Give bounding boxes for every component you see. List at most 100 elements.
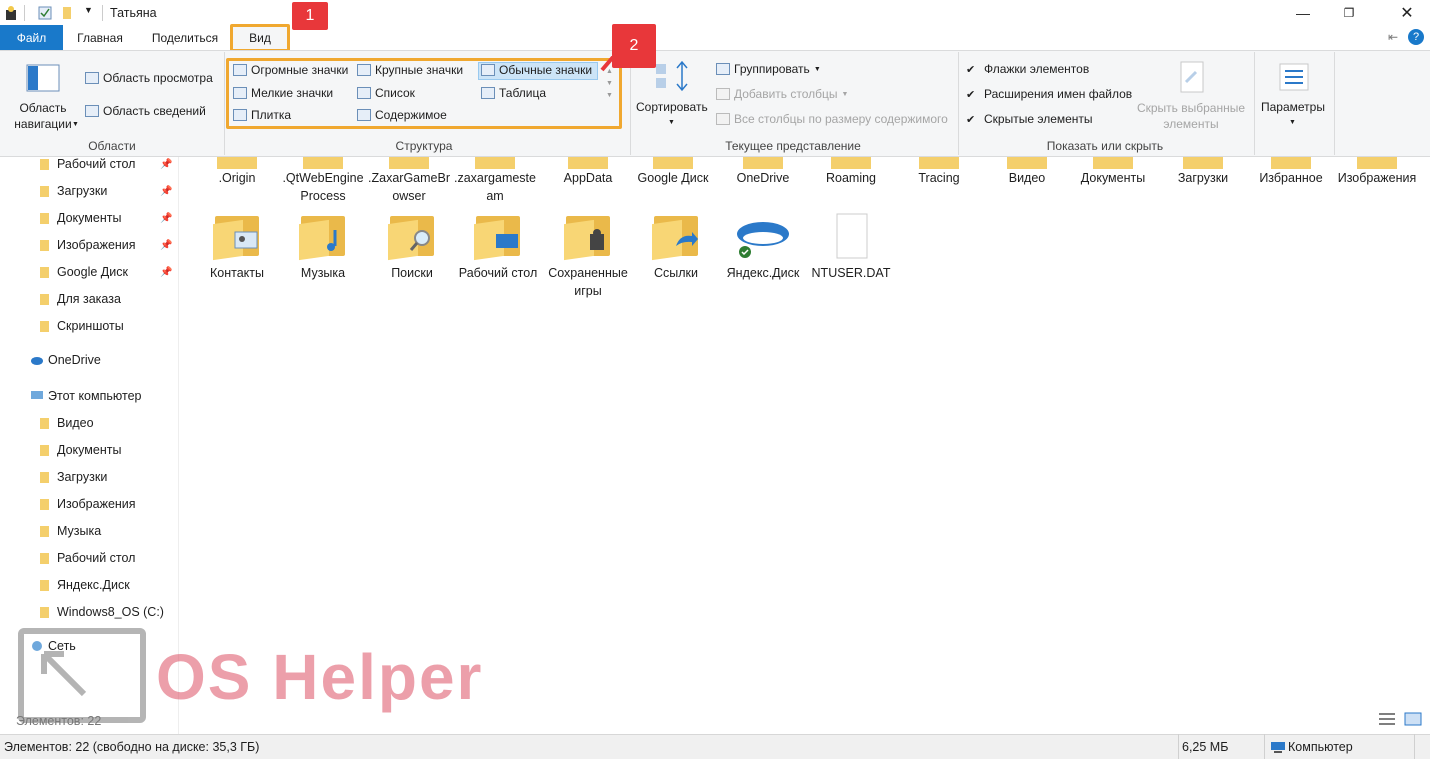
folder-icon: [39, 552, 50, 564]
fit-columns-label: Все столбцы по размеру содержимого: [734, 112, 948, 126]
file-item[interactable]: Яндекс.Диск: [720, 212, 806, 282]
file-item[interactable]: Roaming: [808, 157, 894, 187]
checkbox-file-extensions[interactable]: ✔ Расширения имен файлов: [966, 87, 1132, 101]
nav-quick-item[interactable]: Рабочий стол 📌: [0, 151, 178, 177]
file-item[interactable]: Google Диск: [630, 157, 716, 187]
file-item[interactable]: .Origin: [194, 157, 280, 187]
checkbox-item-checkboxes[interactable]: ✔ Флажки элементов: [966, 62, 1089, 76]
file-name: Roaming: [825, 171, 877, 185]
file-item[interactable]: Рабочий стол: [455, 212, 541, 282]
file-name: OneDrive: [736, 171, 790, 185]
details-view-icon[interactable]: [1378, 712, 1396, 729]
options-button[interactable]: Параметры: [1261, 100, 1325, 114]
fit-columns-button[interactable]: Все столбцы по размеру содержимого: [716, 112, 948, 126]
nav-onedrive[interactable]: OneDrive: [0, 347, 178, 373]
checkmark-icon: ✔: [966, 113, 976, 126]
hide-selected-icon: [1178, 60, 1206, 97]
watermark-text: OS Helper: [156, 641, 484, 713]
folder-icon: [384, 212, 440, 261]
details-pane-label: Область сведений: [103, 104, 206, 118]
nav-quick-item[interactable]: Загрузки 📌: [0, 178, 178, 204]
file-item[interactable]: Контакты: [194, 212, 280, 282]
pin-ribbon-icon[interactable]: ⇤: [1388, 30, 1398, 44]
sort-button[interactable]: Сортировать: [636, 100, 708, 114]
nav-pc-item[interactable]: Windows8_OS (C:): [0, 599, 178, 625]
checkbox-hidden-items[interactable]: ✔ Скрытые элементы: [966, 112, 1093, 126]
file-item[interactable]: Загрузки: [1160, 157, 1246, 187]
nav-pc-item[interactable]: Рабочий стол: [0, 545, 178, 571]
group-by-button[interactable]: Группировать ▼: [716, 62, 821, 76]
file-item[interactable]: Избранное: [1248, 157, 1334, 187]
folder-icon: [808, 157, 894, 169]
file-name: Сохраненные игры: [548, 266, 628, 298]
nav-quick-item[interactable]: Google Диск 📌: [0, 259, 178, 285]
nav-quick-item-label: Google Диск: [57, 265, 128, 279]
nav-pc-item-label: Яндекс.Диск: [57, 578, 130, 592]
nav-pc-item[interactable]: Видео: [0, 410, 178, 436]
folder-icon: [896, 157, 982, 169]
pin-icon: 📌: [160, 239, 173, 251]
file-name: NTUSER.DAT: [811, 266, 891, 280]
minimize-button[interactable]: —: [1280, 0, 1326, 25]
file-name: Документы: [1080, 171, 1146, 185]
tab-home[interactable]: Главная: [67, 25, 133, 50]
properties-icon[interactable]: [37, 5, 53, 21]
details-pane-button[interactable]: Область сведений: [85, 104, 206, 118]
new-folder-icon[interactable]: [60, 5, 76, 21]
tab-share[interactable]: Поделиться: [143, 25, 227, 50]
file-item[interactable]: NTUSER.DAT: [808, 212, 894, 282]
file-item[interactable]: Поиски: [369, 212, 455, 282]
file-name: Загрузки: [1177, 171, 1229, 185]
folder-icon: [295, 212, 351, 261]
nav-pc-item[interactable]: Загрузки: [0, 464, 178, 490]
nav-pc-item[interactable]: Яндекс.Диск: [0, 572, 178, 598]
nav-pc-item-label: Видео: [57, 416, 94, 430]
file-item[interactable]: Изображения: [1334, 157, 1420, 187]
folder-icon: [194, 157, 280, 169]
file-item[interactable]: Сохраненные игры: [545, 212, 631, 300]
nav-pc-item[interactable]: Музыка: [0, 518, 178, 544]
add-columns-button[interactable]: Добавить столбцы ▼: [716, 87, 848, 101]
customize-toolbar-icon[interactable]: ▼: [84, 5, 94, 21]
nav-pane-button[interactable]: Область навигации: [6, 100, 80, 132]
nav-quick-item[interactable]: Скриншоты: [0, 313, 178, 339]
file-item[interactable]: AppData: [545, 157, 631, 187]
folder-icon: [39, 185, 50, 197]
nav-pc-item-label: Музыка: [57, 524, 102, 538]
folder-icon: [39, 158, 50, 170]
preview-pane-button[interactable]: Область просмотра: [85, 71, 213, 85]
tab-file[interactable]: Файл: [0, 25, 63, 50]
chevron-down-icon: ▼: [72, 121, 79, 128]
folder-icon: [30, 390, 43, 402]
file-item[interactable]: .ZaxarGameBrowser: [366, 157, 452, 205]
folder-icon: [560, 212, 616, 261]
file-name: Яндекс.Диск: [726, 266, 800, 280]
watermark-logo: [18, 628, 146, 723]
nav-pc-item[interactable]: Документы: [0, 437, 178, 463]
close-button[interactable]: ✕: [1384, 0, 1430, 25]
add-columns-label: Добавить столбцы: [734, 87, 838, 101]
nav-quick-item-label: Изображения: [57, 238, 136, 252]
nav-quick-item[interactable]: Изображения 📌: [0, 232, 178, 258]
nav-quick-item[interactable]: Для заказа: [0, 286, 178, 312]
nav-quick-item[interactable]: Документы 📌: [0, 205, 178, 231]
nav-quick-item-label: Рабочий стол: [57, 157, 136, 171]
help-icon[interactable]: ?: [1408, 29, 1424, 45]
file-name: Изображения: [1337, 171, 1417, 185]
file-item[interactable]: Tracing: [896, 157, 982, 187]
file-item[interactable]: Музыка: [280, 212, 366, 282]
large-icons-view-icon[interactable]: [1404, 712, 1422, 729]
hide-selected-button[interactable]: Скрыть выбранные элементы: [1135, 100, 1247, 132]
file-item[interactable]: Видео: [984, 157, 1070, 187]
fit-columns-icon: [716, 113, 730, 125]
restore-button[interactable]: ❐: [1326, 0, 1372, 25]
file-item[interactable]: Документы: [1070, 157, 1156, 187]
file-item[interactable]: .QtWebEngineProcess: [280, 157, 366, 205]
file-item[interactable]: OneDrive: [720, 157, 806, 187]
file-item[interactable]: Ссылки: [633, 212, 719, 282]
app-icon[interactable]: [4, 5, 18, 21]
nav-this-pc[interactable]: Этот компьютер: [0, 383, 178, 409]
file-item[interactable]: .zaxargamesteam: [452, 157, 538, 205]
nav-pc-item[interactable]: Изображения: [0, 491, 178, 517]
file-name: Поиски: [391, 266, 433, 280]
